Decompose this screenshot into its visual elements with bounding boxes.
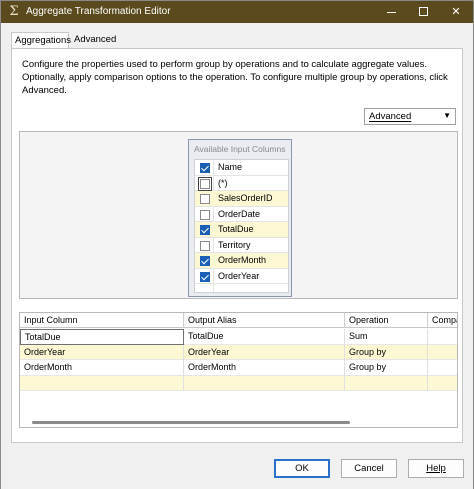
close-icon: ✕ [451, 6, 461, 18]
description-text: Configure the properties used to perform… [22, 59, 448, 96]
column-item[interactable]: OrderDate [195, 207, 288, 222]
maximize-button[interactable] [409, 1, 439, 23]
column-label: OrderMonth [218, 255, 267, 265]
header-comparison[interactable]: Compa [428, 313, 457, 328]
cell-input-column[interactable]: TotalDue [20, 329, 184, 345]
column-label: TotalDue [218, 224, 254, 234]
horizontal-scrollbar[interactable] [20, 418, 457, 427]
tab-strip: Aggregations Advanced [11, 32, 463, 49]
dialog-window: Σ Aggregate Transformation Editor ✕ Aggr… [0, 0, 474, 489]
column-checkbox[interactable] [200, 194, 210, 204]
column-checkbox[interactable] [198, 176, 212, 191]
cell-input-column[interactable]: OrderMonth [20, 360, 184, 376]
ok-button[interactable]: OK [274, 459, 330, 478]
column-item[interactable]: (*) [195, 176, 288, 191]
column-item[interactable]: OrderMonth [195, 253, 288, 269]
cell-operation[interactable]: Group by [345, 344, 428, 360]
cell-comparison[interactable] [428, 329, 457, 345]
column-label: OrderDate [218, 208, 261, 219]
window-title: Aggregate Transformation Editor [26, 6, 171, 17]
cell-operation[interactable]: Group by [345, 360, 428, 376]
title-bar[interactable]: Σ Aggregate Transformation Editor ✕ [1, 1, 473, 23]
cell-operation[interactable] [345, 375, 428, 391]
help-button-label: Help [426, 463, 446, 474]
header-output-alias[interactable]: Output Alias [184, 313, 345, 328]
column-checkbox[interactable] [200, 225, 210, 235]
cell-operation[interactable]: Sum [345, 329, 428, 345]
column-item[interactable]: OrderYear [195, 269, 288, 284]
cell-output-alias[interactable]: OrderMonth [184, 360, 345, 376]
column-label: OrderYear [218, 270, 260, 281]
dropdown-arrow-icon: ▼ [443, 111, 451, 120]
available-input-columns-title: Available Input Columns [194, 144, 286, 154]
aggregations-panel: Configure the properties used to perform… [11, 48, 463, 443]
dialog-footer: OK Cancel Help [1, 449, 473, 489]
cell-input-column[interactable] [20, 375, 184, 391]
table-row[interactable]: OrderYear OrderYear Group by [20, 344, 457, 361]
grid-header: Input Column Output Alias Operation Comp… [20, 313, 457, 328]
cell-input-column[interactable]: OrderYear [20, 344, 184, 360]
table-row[interactable]: OrderMonth OrderMonth Group by [20, 360, 457, 376]
column-label: SalesOrderID [218, 193, 273, 203]
column-item[interactable]: SalesOrderID [195, 191, 288, 207]
close-button[interactable]: ✕ [441, 1, 471, 23]
select-all-checkbox[interactable] [200, 163, 210, 173]
column-checkbox[interactable] [200, 209, 210, 220]
scrollbar-thumb[interactable] [32, 421, 350, 424]
header-operation[interactable]: Operation [345, 313, 428, 328]
cell-output-alias[interactable]: OrderYear [184, 344, 345, 360]
mode-dropdown-value: Advanced [369, 111, 412, 122]
column-header-name: Name [218, 162, 243, 172]
column-header-row: Name [195, 160, 288, 176]
tab-aggregations[interactable]: Aggregations [11, 32, 71, 49]
column-label: Territory [218, 239, 251, 250]
mode-dropdown[interactable]: Advanced ▼ [364, 108, 456, 125]
cell-comparison[interactable] [428, 345, 457, 361]
column-designer-area: Available Input Columns Name (*) SalesOr… [19, 131, 458, 299]
column-checkbox[interactable] [200, 256, 210, 266]
column-checkbox[interactable] [200, 271, 210, 282]
column-label: (*) [218, 177, 228, 188]
help-button[interactable]: Help [408, 459, 464, 478]
cell-comparison[interactable] [428, 376, 457, 392]
available-columns-list: Name (*) SalesOrderID OrderDate TotalDue… [194, 159, 289, 293]
header-input-column[interactable]: Input Column [20, 313, 184, 328]
table-row[interactable]: TotalDue TotalDue Sum [20, 329, 457, 345]
tab-advanced[interactable]: Advanced [71, 32, 117, 48]
column-item[interactable]: Territory [195, 238, 288, 253]
cell-output-alias[interactable] [184, 375, 345, 391]
minimize-button[interactable] [377, 1, 407, 23]
column-item[interactable]: TotalDue [195, 222, 288, 238]
maximize-icon [419, 7, 428, 16]
cancel-button[interactable]: Cancel [341, 459, 397, 478]
minimize-icon [387, 12, 396, 13]
available-input-columns-box[interactable]: Available Input Columns Name (*) SalesOr… [188, 139, 292, 297]
aggregation-grid: Input Column Output Alias Operation Comp… [19, 312, 458, 428]
sigma-icon: Σ [9, 4, 19, 19]
column-checkbox[interactable] [200, 240, 210, 251]
cell-output-alias[interactable]: TotalDue [184, 329, 345, 345]
cell-comparison[interactable] [428, 360, 457, 376]
table-row[interactable] [20, 375, 457, 392]
